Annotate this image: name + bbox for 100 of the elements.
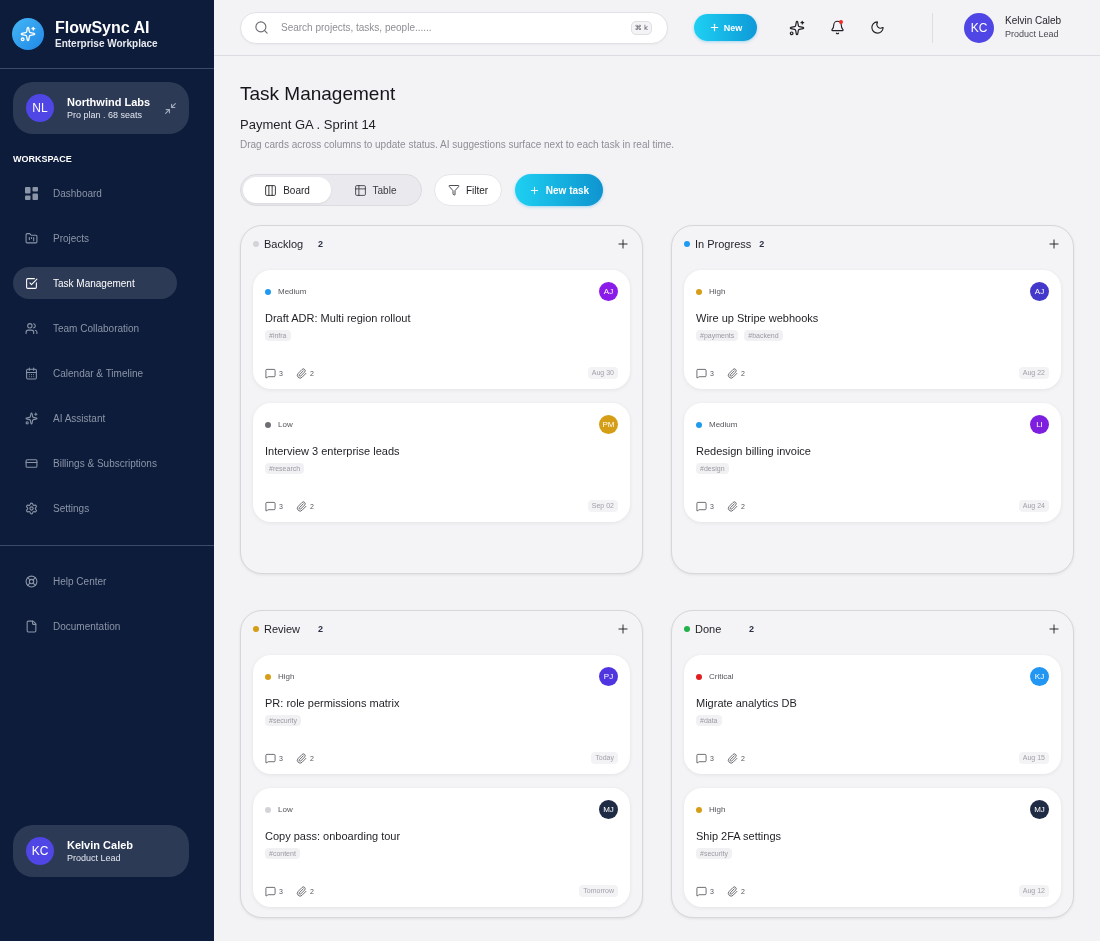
page-title: Task Management <box>240 82 397 106</box>
comment-icon <box>696 367 707 379</box>
task-title: Interview 3 enterprise leads <box>265 444 401 458</box>
add-card-button[interactable] <box>616 622 630 636</box>
lifebuoy-icon <box>25 574 38 588</box>
task-title: Copy pass: onboarding tour <box>265 829 402 843</box>
comment-icon <box>265 885 276 897</box>
ai-button[interactable] <box>789 19 805 36</box>
paperclip-icon <box>295 885 307 897</box>
bell-icon <box>829 20 845 35</box>
profile-card[interactable]: KC Kelvin Caleb Product Lead <box>13 825 189 877</box>
calendar-icon <box>25 366 38 380</box>
brand-name: FlowSync AI <box>55 18 151 37</box>
task-title: Redesign billing invoice <box>696 444 812 458</box>
assignee-avatar: KJ <box>1030 667 1049 686</box>
document-icon <box>25 619 38 633</box>
assignee-avatar: LI <box>1030 415 1049 434</box>
column-title: Backlog <box>264 237 305 251</box>
page-description: Drag cards across columns to update status. AI suggestions surface next to each task in real time. <box>240 138 676 152</box>
view-tab[interactable]: Table <box>331 177 419 203</box>
card-count: 2 <box>318 623 323 635</box>
card-count: 2 <box>759 238 765 250</box>
paperclip-icon <box>726 500 738 512</box>
nav-item[interactable]: Help Center <box>13 565 177 597</box>
user-role: Product Lead <box>1005 28 1060 41</box>
search-input[interactable]: Search projects, tasks, people...... <box>281 20 619 35</box>
task-title: Draft ADR: Multi region rollout <box>265 311 412 325</box>
priority-label: Low <box>278 419 293 430</box>
paperclip-icon <box>295 752 307 764</box>
comment-icon <box>696 885 707 897</box>
card-count: 2 <box>749 623 754 635</box>
profile-role: Product Lead <box>67 852 122 864</box>
assignee-avatar: PJ <box>599 667 618 686</box>
task-title: Ship 2FA settings <box>696 829 782 843</box>
page-subtitle: Payment GA . Sprint 14 <box>240 116 377 134</box>
priority-label: High <box>709 286 726 297</box>
inward-arrows-icon[interactable] <box>164 101 177 115</box>
table-icon <box>353 183 367 197</box>
priority-label: Low <box>278 804 293 815</box>
paperclip-icon <box>295 367 307 379</box>
add-card-button[interactable] <box>616 237 630 251</box>
add-card-button[interactable] <box>1047 237 1061 251</box>
task-title: Wire up Stripe webhooks <box>696 311 820 325</box>
user-avatar[interactable]: KC <box>964 12 994 43</box>
user-name: Kelvin Caleb <box>1005 14 1062 28</box>
assignee-avatar: MJ <box>599 800 618 819</box>
nav-item[interactable]: Settings <box>13 492 177 524</box>
column-title: Done <box>695 622 723 636</box>
comment-icon <box>696 752 707 764</box>
nav-item[interactable]: Documentation <box>13 610 177 642</box>
nav-item[interactable]: AI Assistant <box>13 402 177 434</box>
nav-item[interactable]: Projects <box>13 222 177 254</box>
comment-icon <box>696 500 707 512</box>
people-icon <box>25 321 38 335</box>
paperclip-icon <box>726 885 738 897</box>
paperclip-icon <box>726 752 738 764</box>
assignee-avatar: AJ <box>1030 282 1049 301</box>
grid-icon <box>25 186 38 200</box>
task-title: Migrate analytics DB <box>696 696 798 710</box>
nav-item[interactable]: Task Management <box>13 267 177 299</box>
task-title: PR: role permissions matrix <box>265 696 401 710</box>
checkbox-icon <box>25 276 38 290</box>
nav-item[interactable]: Calendar & Timeline <box>13 357 177 389</box>
funnel-icon <box>447 184 460 196</box>
priority-label: Critical <box>709 671 734 682</box>
nav-item[interactable]: Billings & Subscriptions <box>13 447 177 479</box>
comment-icon <box>265 500 276 512</box>
add-card-button[interactable] <box>1047 622 1061 636</box>
priority-label: Medium <box>709 419 738 430</box>
sparkles-icon <box>789 19 805 36</box>
comment-icon <box>265 367 276 379</box>
columns-icon <box>264 183 278 197</box>
moon-icon <box>869 20 885 35</box>
column-title: In Progress <box>695 237 752 251</box>
folder-icon <box>25 231 38 245</box>
credit-card-icon <box>25 456 38 470</box>
plus-icon <box>1047 622 1061 636</box>
filter-button[interactable]: Filter <box>434 174 502 206</box>
priority-label: High <box>278 671 295 682</box>
paperclip-icon <box>295 500 307 512</box>
nav-item[interactable]: Dashboard <box>13 177 177 209</box>
theme-button[interactable] <box>869 19 885 36</box>
view-tab[interactable]: Board <box>243 177 331 203</box>
card-count: 2 <box>318 238 323 250</box>
assignee-avatar: AJ <box>599 282 618 301</box>
profile-name: Kelvin Caleb <box>67 838 134 852</box>
nav-item[interactable]: Team Collaboration <box>13 312 177 344</box>
org-name: Northwind Labs <box>67 95 151 109</box>
brand-subtitle: Enterprise Workplace <box>55 37 158 50</box>
org-card[interactable]: NL Northwind Labs Pro plan . 68 seats <box>13 82 189 134</box>
org-plan: Pro plan . 68 seats <box>67 109 144 121</box>
search-icon <box>254 20 269 35</box>
plus-icon <box>1047 237 1061 251</box>
sparkles-icon <box>25 411 38 425</box>
assignee-avatar: PM <box>599 415 618 434</box>
priority-label: High <box>709 804 726 815</box>
logo-icon <box>12 18 44 50</box>
notifications-button[interactable] <box>829 19 845 36</box>
column-title: Review <box>264 622 302 636</box>
plus-icon <box>528 184 540 196</box>
